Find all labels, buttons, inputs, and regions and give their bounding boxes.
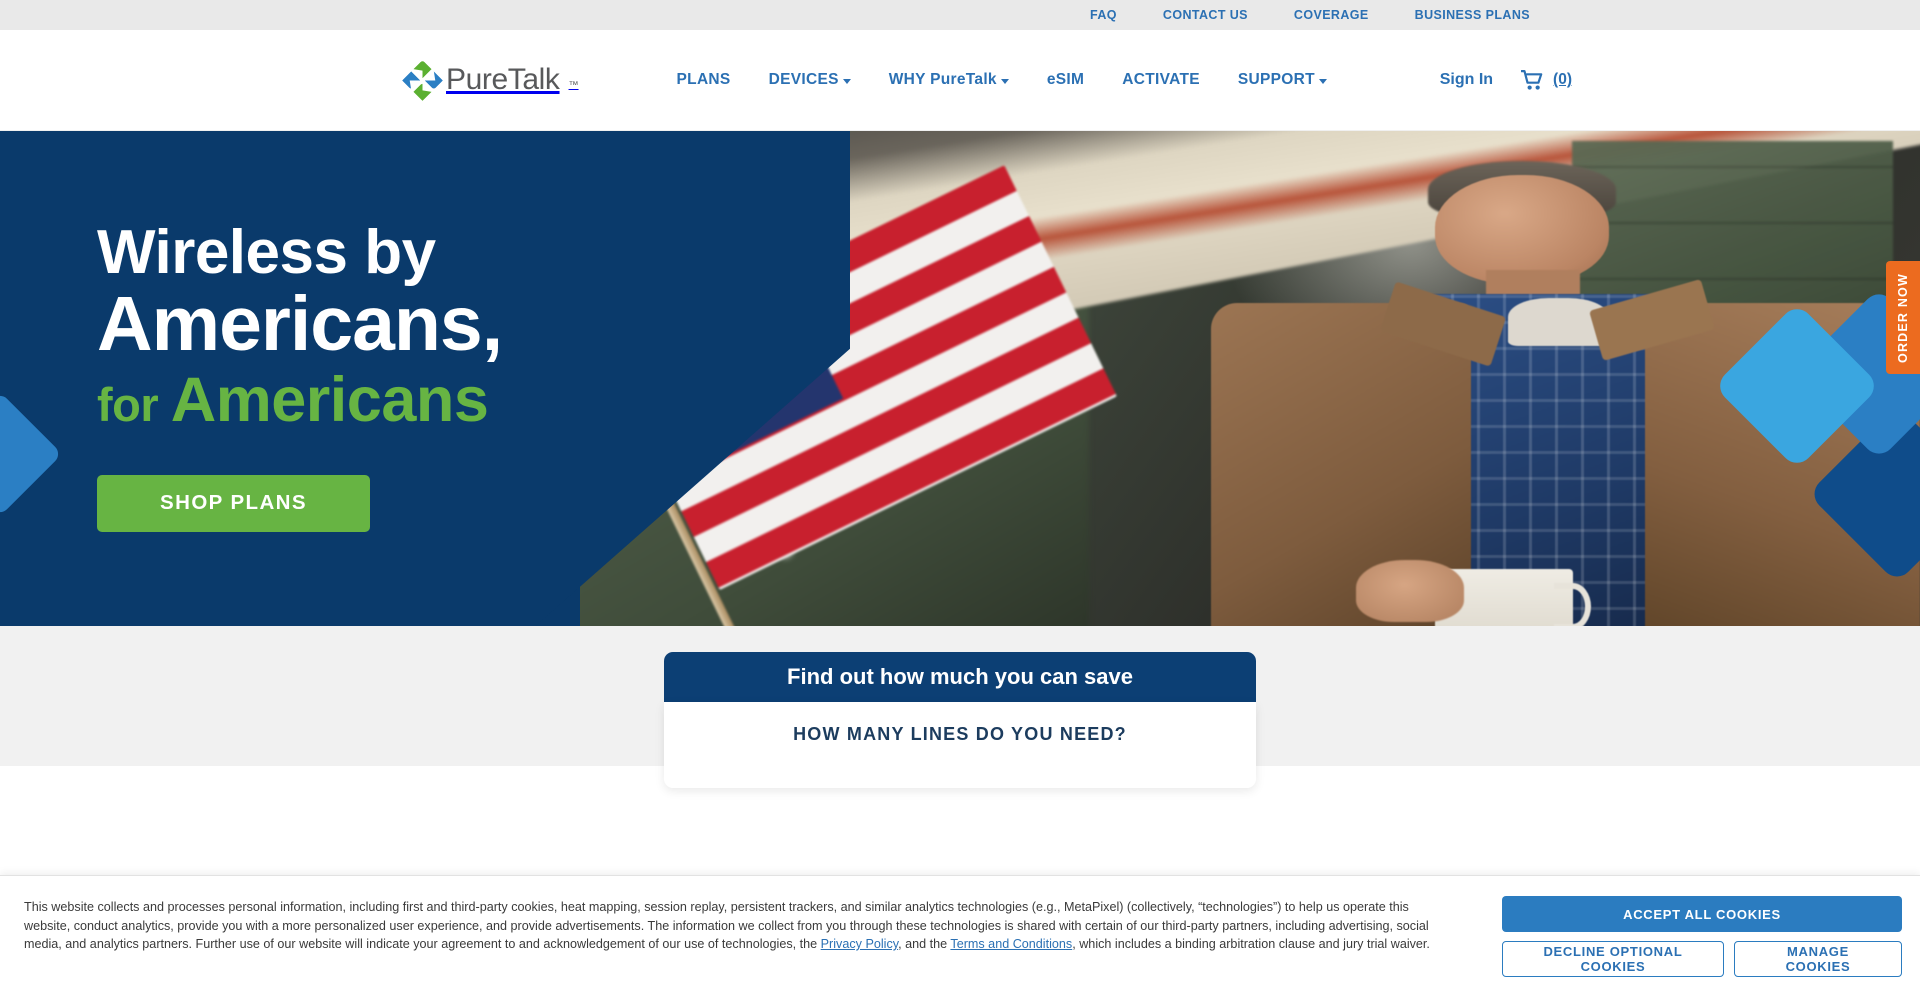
hero-content: Wireless by Americans, for Americans SHO… (97, 218, 503, 532)
nav-label-esim: eSIM (1046, 71, 1085, 88)
decline-optional-cookies-button[interactable]: DECLINE OPTIONAL COOKIES (1502, 941, 1724, 977)
utility-bar: FAQ CONTACT US COVERAGE BUSINESS PLANS (0, 0, 1920, 30)
hero-headline-line2: Americans, (97, 280, 503, 367)
hero-section: Wireless by Americans, for Americans SHO… (0, 131, 1920, 626)
chevron-down-icon (1000, 79, 1009, 84)
hero-headline-line1: Wireless by (97, 218, 436, 287)
chevron-down-icon (1318, 79, 1327, 84)
nav-item-why-puretalk[interactable]: WHY PureTalk (889, 71, 1009, 89)
cookie-consent-banner: This website collects and processes pers… (0, 875, 1920, 993)
site-header: PureTalk ™ PLANS DEVICES WHY PureTalk eS… (0, 30, 1920, 131)
manage-cookies-button[interactable]: MANAGE COOKIES (1734, 941, 1902, 977)
savings-card-body: HOW MANY LINES DO YOU NEED? (664, 702, 1256, 788)
nav-label-why-puretalk: WHY PureTalk (888, 71, 997, 88)
chevron-down-icon (842, 79, 851, 84)
nav-item-activate[interactable]: ACTIVATE (1122, 71, 1200, 89)
utility-link-coverage[interactable]: COVERAGE (1294, 8, 1369, 22)
nav-item-support[interactable]: SUPPORT (1238, 71, 1327, 89)
utility-link-business-plans[interactable]: BUSINESS PLANS (1415, 8, 1530, 22)
person-head (1435, 174, 1609, 285)
nav-label-devices: DEVICES (768, 71, 839, 88)
cookie-secondary-buttons: DECLINE OPTIONAL COOKIES MANAGE COOKIES (1502, 941, 1902, 977)
nav-item-plans[interactable]: PLANS (677, 71, 731, 89)
shopping-cart-icon (1521, 69, 1543, 90)
main-navigation: PLANS DEVICES WHY PureTalk eSIM ACTIVATE… (677, 71, 1327, 89)
nav-item-devices[interactable]: DEVICES (769, 71, 851, 89)
accept-all-cookies-button[interactable]: ACCEPT ALL COOKIES (1502, 896, 1902, 932)
shop-plans-button[interactable]: SHOP PLANS (97, 474, 370, 532)
hero-headline-for: for (97, 377, 171, 431)
cookie-banner-actions: ACCEPT ALL COOKIES DECLINE OPTIONAL COOK… (1470, 876, 1920, 977)
sign-in-link[interactable]: Sign In (1440, 71, 1493, 89)
hero-headline-americans: Americans (170, 364, 489, 435)
trademark-symbol: ™ (568, 80, 579, 91)
order-now-tab[interactable]: ORDER NOW (1886, 261, 1920, 374)
utility-link-faq[interactable]: FAQ (1090, 8, 1117, 22)
brand-logo-link[interactable]: PureTalk ™ (408, 63, 579, 97)
cart-count: (0) (1553, 71, 1572, 88)
page-root: FAQ CONTACT US COVERAGE BUSINESS PLANS P… (0, 0, 1920, 993)
puretalk-diamond-logo-icon (402, 59, 443, 100)
nav-label-plans: PLANS (676, 71, 731, 88)
brand-name: PureTalk (446, 63, 560, 96)
utility-link-contact-us[interactable]: CONTACT US (1163, 8, 1248, 22)
hero-headline-line3: for Americans (97, 367, 502, 433)
order-now-label: ORDER NOW (1896, 272, 1910, 363)
savings-card-title: Find out how much you can save (664, 652, 1256, 702)
cookie-text-part3: , which includes a binding arbitration c… (1072, 937, 1430, 951)
savings-section: Find out how much you can save HOW MANY … (0, 626, 1920, 788)
privacy-policy-link[interactable]: Privacy Policy (821, 937, 898, 951)
savings-lines-question: HOW MANY LINES DO YOU NEED? (793, 724, 1127, 744)
nav-label-activate: ACTIVATE (1122, 71, 1200, 88)
cookie-banner-text: This website collects and processes pers… (0, 876, 1470, 954)
nav-item-esim[interactable]: eSIM (1047, 71, 1084, 89)
terms-and-conditions-link[interactable]: Terms and Conditions (950, 937, 1072, 951)
cart-link[interactable]: (0) (1521, 69, 1572, 91)
person-hand (1355, 559, 1465, 622)
header-actions: Sign In (0) (1440, 69, 1572, 91)
cookie-text-part2: , and the (898, 937, 951, 951)
nav-label-support: SUPPORT (1237, 71, 1315, 88)
savings-card: Find out how much you can save HOW MANY … (664, 652, 1256, 788)
